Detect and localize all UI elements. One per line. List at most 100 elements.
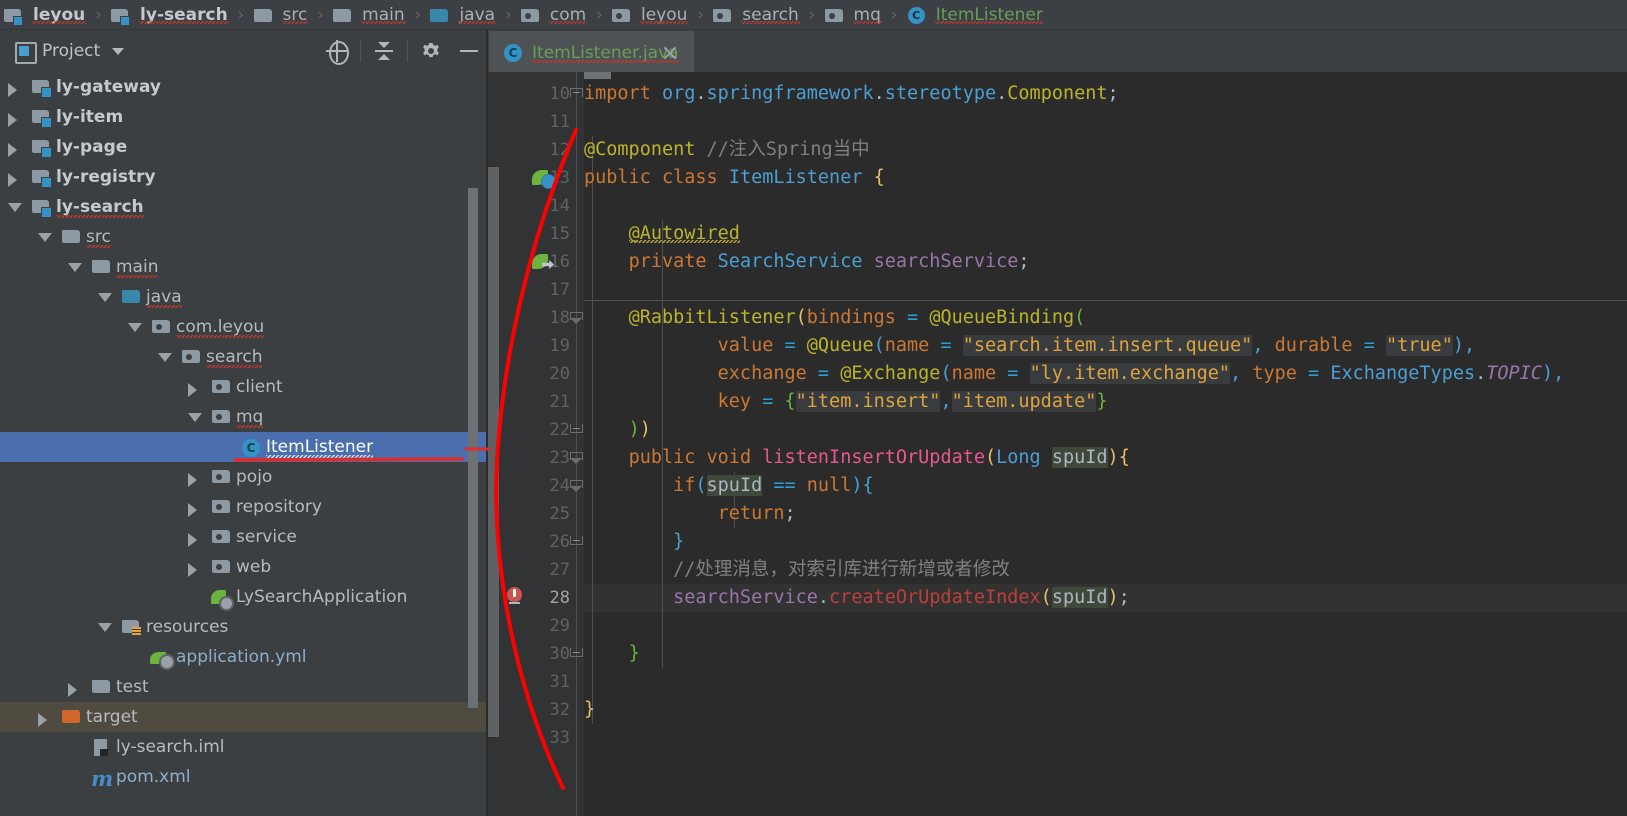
breadcrumb-item-leyou[interactable]: leyou: [2, 0, 89, 29]
chevron-right-icon[interactable]: [188, 383, 197, 397]
chevron-right-icon[interactable]: [38, 713, 47, 727]
code-fold-marker[interactable]: [570, 648, 583, 657]
editor-gutter[interactable]: 10 11 12 13 C 14 15 16 17 18 19 20 21 22 23 24 25 26 27 28 2…: [488, 72, 570, 816]
tree-item-label: service: [236, 527, 297, 547]
fold-gutter[interactable]: [570, 72, 584, 816]
tree-item-ly-gateway[interactable]: ly-gateway: [0, 72, 488, 102]
breadcrumb-item-label: leyou: [640, 4, 689, 25]
folder-icon: [90, 677, 112, 697]
close-icon[interactable]: [662, 45, 678, 61]
chevron-right-icon[interactable]: [8, 143, 17, 157]
breadcrumb-separator: ›: [808, 4, 816, 25]
tree-item-repository[interactable]: repository: [0, 492, 488, 522]
project-tree-scrollbar[interactable]: [468, 188, 478, 708]
spellcheck-squiggle: [56, 215, 144, 218]
code-editor[interactable]: 10 11 12 13 C 14 15 16 17 18 19 20 21 22 23 24 25 26 27 28 2…: [488, 72, 1627, 816]
tree-item-itemlistener[interactable]: ItemListener: [0, 432, 488, 462]
tree-item-target[interactable]: target: [0, 702, 488, 732]
tree-item-pojo[interactable]: pojo: [0, 462, 488, 492]
code-fold-marker[interactable]: [570, 536, 583, 545]
chevron-right-icon[interactable]: [188, 563, 197, 577]
code-fold-marker[interactable]: [570, 88, 583, 97]
tree-item-test[interactable]: test: [0, 672, 488, 702]
breadcrumb-item-itemlistener[interactable]: ItemListener: [905, 0, 1047, 29]
tree-item-com-leyou[interactable]: com.leyou: [0, 312, 488, 342]
tree-item-java[interactable]: java: [0, 282, 488, 312]
java-class-icon: [503, 43, 525, 63]
chevron-right-icon[interactable]: [68, 683, 77, 697]
spring-autowired-icon[interactable]: [532, 251, 554, 273]
error-bulb-icon[interactable]: [504, 587, 526, 609]
chevron-down-icon[interactable]: [98, 293, 112, 302]
code-fold-marker[interactable]: [570, 480, 583, 493]
tree-item-label: web: [236, 557, 272, 577]
line-number: 15: [549, 224, 570, 244]
collapse-all-button[interactable]: [365, 30, 403, 72]
tree-item-pom-xml[interactable]: pom.xml: [0, 762, 488, 792]
spring-bean-icon[interactable]: C: [532, 167, 556, 189]
tree-item-lysearchapplication[interactable]: LySearchApplication: [0, 582, 488, 612]
tree-item-ly-item[interactable]: ly-item: [0, 102, 488, 132]
project-tree[interactable]: ly-gateway ly-item ly-page ly-registry ly-se…: [0, 72, 488, 816]
hide-panel-button[interactable]: [450, 30, 488, 72]
chevron-down-icon[interactable]: [68, 263, 82, 272]
project-panel-header: Project: [0, 30, 488, 72]
tree-item-search[interactable]: search: [0, 342, 488, 372]
settings-gear-button[interactable]: [412, 30, 450, 72]
locate-in-tree-button[interactable]: [318, 30, 356, 72]
line-number: 10: [549, 84, 570, 104]
chevron-right-icon[interactable]: [188, 503, 197, 517]
tree-item-ly-search-iml[interactable]: ly-search.iml: [0, 732, 488, 762]
chevron-right-icon[interactable]: [188, 533, 197, 547]
breadcrumb-item-main[interactable]: main: [331, 0, 408, 29]
project-title-group[interactable]: Project: [0, 41, 125, 64]
chevron-down-icon[interactable]: [128, 323, 142, 332]
chevron-down-icon[interactable]: [158, 353, 172, 362]
tree-item-ly-registry[interactable]: ly-registry: [0, 162, 488, 192]
breadcrumb-item-label: mq: [852, 4, 882, 25]
chevron-right-icon[interactable]: [8, 173, 17, 187]
chevron-down-icon[interactable]: [38, 233, 52, 242]
breadcrumb-separator: ›: [237, 4, 245, 25]
chevron-down-icon[interactable]: [112, 47, 125, 55]
tree-item-main[interactable]: main: [0, 252, 488, 282]
chevron-down-icon[interactable]: [8, 203, 22, 212]
gear-icon: [421, 41, 441, 61]
spellcheck-squiggle: [361, 20, 406, 24]
tree-item-src[interactable]: src: [0, 222, 488, 252]
breadcrumb-item-leyou[interactable]: leyou: [610, 0, 691, 29]
line-number: 22: [549, 420, 570, 440]
tree-item-mq[interactable]: mq: [0, 402, 488, 432]
package-icon: [210, 527, 232, 547]
tree-item-resources[interactable]: resources: [0, 612, 488, 642]
code-fold-marker[interactable]: [570, 312, 583, 325]
code-text[interactable]: import org.springframework.stereotype.Co…: [584, 72, 1627, 816]
source-folder-icon: [429, 5, 451, 25]
breadcrumb-item-ly-search[interactable]: ly-search: [109, 0, 232, 29]
tree-item-ly-search[interactable]: ly-search: [0, 192, 488, 222]
tree-item-web[interactable]: web: [0, 552, 488, 582]
code-fold-marker[interactable]: [570, 424, 583, 433]
breadcrumb-item-search[interactable]: search: [711, 0, 802, 29]
spellcheck-squiggle: [206, 365, 263, 368]
chevron-down-icon[interactable]: [98, 623, 112, 632]
tree-item-client[interactable]: client: [0, 372, 488, 402]
breadcrumb-item-com[interactable]: com: [519, 0, 590, 29]
chevron-down-icon[interactable]: [188, 413, 202, 422]
line-number: 20: [549, 364, 570, 384]
line-number: 21: [549, 392, 570, 412]
tree-item-service[interactable]: service: [0, 522, 488, 552]
code-fold-marker[interactable]: [570, 452, 583, 465]
tree-item-label: pom.xml: [116, 767, 191, 787]
tree-item-ly-page[interactable]: ly-page: [0, 132, 488, 162]
chevron-right-icon[interactable]: [188, 473, 197, 487]
package-icon: [824, 5, 846, 25]
breadcrumb-item-src[interactable]: src: [252, 0, 312, 29]
breadcrumb-item-mq[interactable]: mq: [823, 0, 885, 29]
tab-itemlistener-java[interactable]: ItemListener.java: [489, 31, 694, 72]
tree-item-application-yml[interactable]: application.yml: [0, 642, 488, 672]
chevron-right-icon[interactable]: [8, 113, 17, 127]
chevron-right-icon[interactable]: [8, 83, 17, 97]
line-number: 24: [549, 476, 570, 496]
breadcrumb-item-java[interactable]: java: [428, 0, 499, 29]
